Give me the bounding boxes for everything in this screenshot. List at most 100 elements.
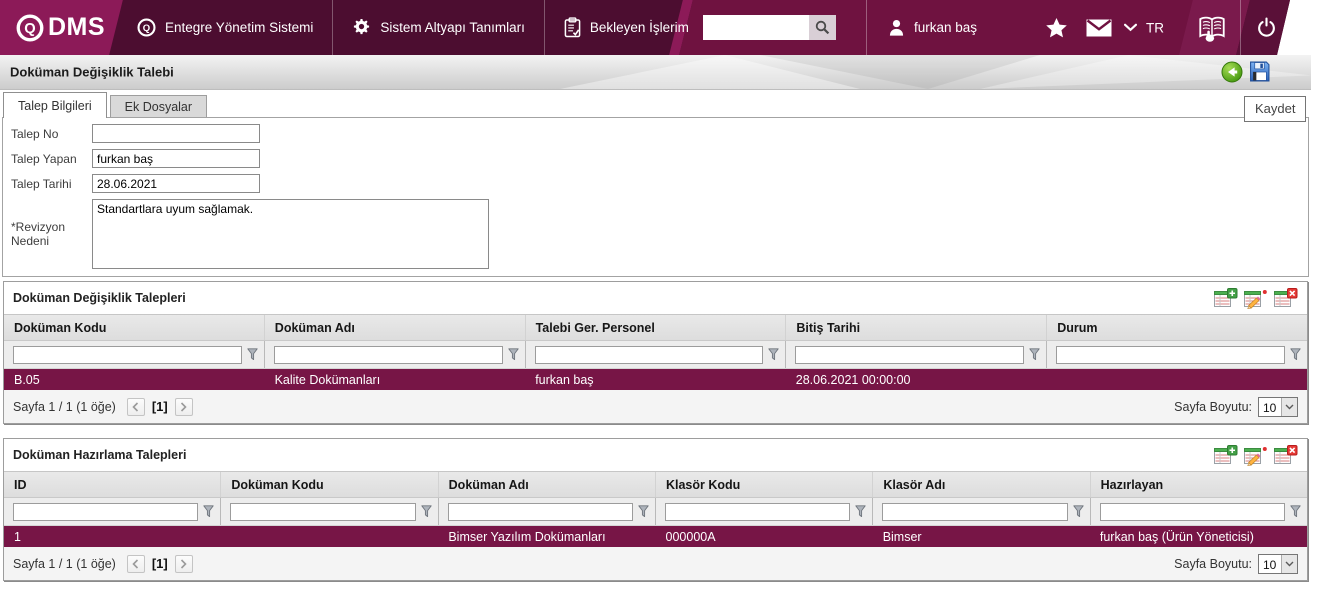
edit-record-icon[interactable] bbox=[1243, 445, 1268, 466]
grid-rows: B.05 Kalite Dokümanları furkan baş 28.06.20… bbox=[4, 369, 1307, 390]
column-filter-input[interactable] bbox=[534, 345, 764, 364]
column-header[interactable]: Doküman Adı bbox=[437, 472, 655, 497]
delete-record-icon[interactable] bbox=[1273, 444, 1298, 466]
filter-funnel-icon[interactable] bbox=[1290, 348, 1301, 361]
filter-funnel-icon[interactable] bbox=[507, 348, 519, 361]
column-filter-input[interactable] bbox=[13, 502, 199, 521]
qdms-logo[interactable]: Q DMS bbox=[16, 0, 105, 55]
chevron-down-icon bbox=[1124, 23, 1137, 32]
pagination-next-button[interactable] bbox=[174, 554, 193, 573]
clipboard-check-icon bbox=[564, 17, 581, 38]
pagination-prev-button[interactable] bbox=[126, 397, 145, 416]
filter-funnel-icon[interactable] bbox=[203, 505, 214, 518]
column-header[interactable]: Doküman Adı bbox=[263, 315, 525, 340]
user-manual-book-icon[interactable] bbox=[1196, 14, 1228, 42]
column-filter-input[interactable] bbox=[664, 502, 851, 521]
nav-divider bbox=[866, 0, 867, 55]
grid-header-row: Doküman Kodu Doküman Adı Talebi Ger. Perso… bbox=[4, 315, 1307, 341]
column-filter-input[interactable] bbox=[795, 345, 1025, 364]
edit-record-icon[interactable] bbox=[1243, 288, 1268, 309]
column-filter-input[interactable] bbox=[230, 502, 416, 521]
tab-ek-dosyalar[interactable]: Ek Dosyalar bbox=[109, 95, 208, 117]
filter-funnel-icon[interactable] bbox=[1290, 505, 1301, 518]
pagination-current-page[interactable]: [1] bbox=[152, 556, 168, 571]
revizyon-nedeni-textarea[interactable]: Standartlara uyum sağlamak. bbox=[92, 199, 489, 269]
column-filter-input[interactable] bbox=[1056, 345, 1285, 364]
column-header[interactable]: Doküman Kodu bbox=[220, 472, 437, 497]
add-record-icon[interactable] bbox=[1213, 444, 1238, 466]
column-header[interactable]: Talebi Ger. Personel bbox=[524, 315, 786, 340]
page-size-select[interactable]: 10 bbox=[1258, 553, 1298, 574]
column-filter-input[interactable] bbox=[13, 345, 242, 364]
svg-text:Q: Q bbox=[143, 23, 150, 34]
column-filter-input[interactable] bbox=[882, 502, 1068, 521]
filter-funnel-icon[interactable] bbox=[421, 505, 432, 518]
column-filter-input[interactable] bbox=[273, 345, 503, 364]
section-toolbar bbox=[1213, 444, 1298, 466]
field-label-talep-tarihi: Talep Tarihi bbox=[11, 176, 72, 191]
add-record-icon[interactable] bbox=[1213, 287, 1238, 309]
page-size-value: 10 bbox=[1263, 557, 1277, 572]
column-header[interactable]: Klasör Adı bbox=[872, 472, 1089, 497]
talep-no-input[interactable] bbox=[92, 124, 260, 143]
save-button[interactable] bbox=[1249, 61, 1270, 83]
tab-talep-bilgileri[interactable]: Talep Bilgileri bbox=[3, 92, 107, 118]
logout-power-icon[interactable] bbox=[1256, 17, 1277, 38]
grid-rows: 1 Bimser Yazılım Dokümanları 000000A Bimser… bbox=[4, 526, 1307, 547]
section-toolbar bbox=[1213, 287, 1298, 309]
menu-item-sistem-altyapi-tanimlari[interactable]: Sistem Altyapı Tanımları bbox=[332, 0, 544, 55]
logo-text: DMS bbox=[48, 13, 106, 41]
page-size-label: Sayfa Boyutu: bbox=[1174, 399, 1252, 414]
favorites-star-icon[interactable] bbox=[1046, 17, 1067, 38]
messages-envelope-icon[interactable] bbox=[1086, 19, 1112, 37]
nav-divider bbox=[1240, 0, 1241, 55]
pagination-next-button[interactable] bbox=[174, 397, 193, 416]
talep-yapan-input[interactable] bbox=[92, 149, 260, 168]
filter-funnel-icon[interactable] bbox=[247, 348, 258, 361]
search-button[interactable] bbox=[809, 15, 836, 40]
column-header[interactable]: Hazırlayan bbox=[1089, 472, 1307, 497]
main-menu: Q Entegre Yönetim Sistemi Sistem Altyapı… bbox=[118, 0, 708, 55]
filter-funnel-icon[interactable] bbox=[638, 505, 649, 518]
menu-item-label: Bekleyen İşlerim bbox=[589, 20, 689, 35]
page-size-select[interactable]: 10 bbox=[1258, 396, 1298, 417]
language-code: TR bbox=[1146, 20, 1164, 35]
user-menu[interactable]: furkan baş bbox=[889, 0, 977, 55]
search-input[interactable] bbox=[703, 15, 809, 40]
delete-record-icon[interactable] bbox=[1273, 287, 1298, 309]
table-row[interactable]: 1 Bimser Yazılım Dokümanları 000000A Bimser… bbox=[4, 526, 1307, 547]
magnifier-icon bbox=[815, 20, 830, 35]
field-label-talep-no: Talep No bbox=[11, 126, 59, 141]
table-cell: Bimser Yazılım Dokümanları bbox=[448, 529, 606, 544]
column-header[interactable]: Durum bbox=[1046, 315, 1307, 340]
column-filter-input[interactable] bbox=[447, 502, 633, 521]
menu-item-bekleyen-islerim[interactable]: Bekleyen İşlerim bbox=[543, 0, 708, 55]
filter-funnel-icon[interactable] bbox=[1072, 505, 1084, 518]
filter-cell bbox=[437, 498, 655, 525]
column-header[interactable]: Klasör Kodu bbox=[654, 472, 872, 497]
language-selector[interactable]: TR bbox=[1124, 20, 1164, 35]
global-search bbox=[703, 15, 836, 40]
column-filter-input[interactable] bbox=[1099, 502, 1285, 521]
filter-cell bbox=[263, 341, 525, 368]
filter-funnel-icon[interactable] bbox=[855, 505, 866, 518]
talep-tarihi-input[interactable] bbox=[92, 174, 260, 193]
filter-cell bbox=[1089, 498, 1307, 525]
column-header[interactable]: Doküman Kodu bbox=[4, 315, 264, 340]
filter-funnel-icon[interactable] bbox=[768, 348, 780, 361]
column-header[interactable]: Bitiş Tarihi bbox=[785, 315, 1046, 340]
column-header[interactable]: ID bbox=[4, 472, 220, 497]
menu-item-label: Sistem Altyapı Tanımları bbox=[380, 20, 525, 35]
filter-cell bbox=[4, 341, 264, 368]
tab-strip: Talep Bilgileri Ek Dosyalar bbox=[3, 90, 1321, 118]
field-label-talep-yapan: Talep Yapan bbox=[11, 151, 77, 166]
pagination-prev-button[interactable] bbox=[126, 554, 145, 573]
table-row[interactable]: B.05 Kalite Dokümanları furkan baş 28.06.20… bbox=[4, 369, 1307, 390]
filter-funnel-icon[interactable] bbox=[1029, 348, 1040, 361]
grid-pagination-bar: Sayfa 1 / 1 (1 öğe) [1] Sayfa Boyutu: 10 bbox=[4, 547, 1307, 580]
back-button[interactable] bbox=[1221, 61, 1243, 83]
pagination-current-page[interactable]: [1] bbox=[152, 399, 168, 414]
table-cell: Kalite Dokümanları bbox=[274, 372, 381, 387]
menu-item-entegre-yonetim-sistemi[interactable]: Q Entegre Yönetim Sistemi bbox=[118, 0, 332, 55]
field-label-revizyon-nedeni: *Revizyon Nedeni bbox=[11, 220, 66, 248]
